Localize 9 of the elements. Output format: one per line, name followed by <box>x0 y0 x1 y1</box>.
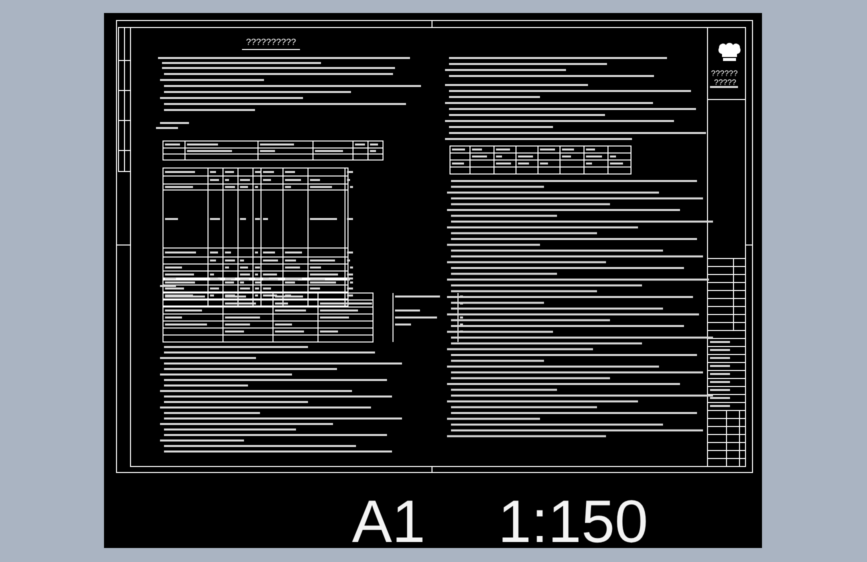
illegible-text-lines-drawing <box>710 86 738 88</box>
crown-logo-icon <box>718 42 741 61</box>
company-name: ?????? <box>711 70 738 78</box>
illegible-text-lines-drawing <box>156 122 189 129</box>
sheet-size-label: A1 <box>352 492 426 552</box>
illegible-text-lines-drawing <box>160 285 176 287</box>
scale-label: 1:150 <box>498 492 648 552</box>
company-subtitle: ????? <box>714 79 736 87</box>
drawing-title: ?????????? <box>242 38 300 50</box>
